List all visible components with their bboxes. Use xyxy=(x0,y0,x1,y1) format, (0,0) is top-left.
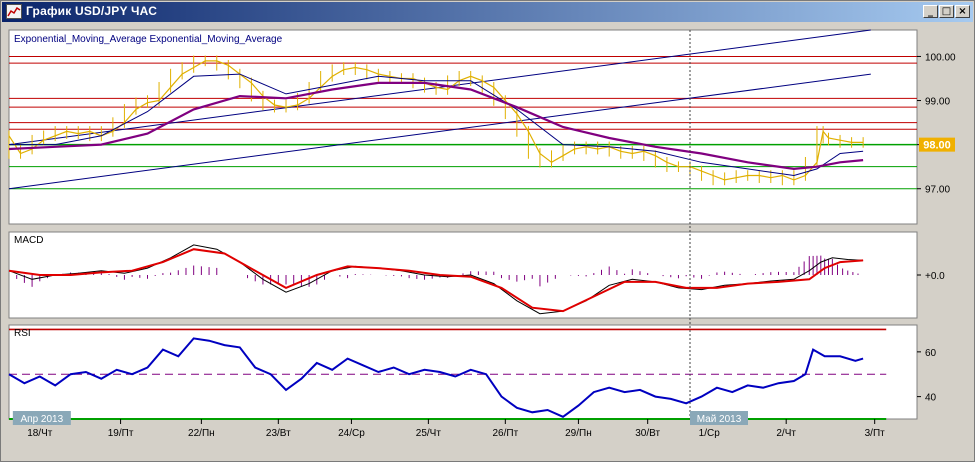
x-tick-label: 23/Вт xyxy=(266,428,291,439)
chart-window-icon xyxy=(6,4,22,19)
macd-panel-title: MACD xyxy=(14,235,43,246)
chart-window: График USD/JPY ЧАС _ □ × 97.00 98.00 99.00… xyxy=(0,0,975,462)
price-tick-label: 97.00 xyxy=(925,185,950,196)
month-marker-label: Апр 2013 xyxy=(21,414,64,425)
close-button[interactable]: × xyxy=(955,5,970,18)
price-tick-label: 100.00 xyxy=(925,52,956,63)
price-tick-label: 99.00 xyxy=(925,97,950,108)
rsi-tick-label: 60 xyxy=(925,348,937,359)
rsi-panel: 40 60 RSI xyxy=(8,324,937,420)
x-tick-label: 26/Пт xyxy=(492,428,518,439)
price-panel: 97.0098.0099.00100.00 98.00 Exponential_… xyxy=(8,29,956,225)
x-tick-label: 29/Пн xyxy=(565,428,592,439)
title-bar[interactable]: График USD/JPY ЧАС _ □ × xyxy=(2,2,973,22)
usd-jpy-chart[interactable]: 97.0098.0099.00100.00 98.00 Exponential_… xyxy=(4,24,971,458)
x-tick-label: 19/Пт xyxy=(108,428,134,439)
price-panel-title: Exponential_Moving_Average Exponential_M… xyxy=(14,34,283,45)
rsi-panel-title: RSI xyxy=(14,328,31,339)
x-tick-label: 2/Чт xyxy=(776,428,796,439)
rsi-tick-label: 40 xyxy=(925,393,937,404)
macd-tick-label: +0.0 xyxy=(925,271,945,282)
time-axis: 18/Чт 19/Пт 22/Пн 23/Вт 24/Ср 25/Чт 26/Пт 29/Пн… xyxy=(27,419,885,439)
x-tick-label: 30/Вт xyxy=(635,428,660,439)
window-title: График USD/JPY ЧАС xyxy=(26,4,158,18)
macd-panel: +0.0 MACD xyxy=(8,231,945,319)
maximize-button[interactable]: □ xyxy=(939,5,954,18)
x-tick-label: 22/Пн xyxy=(188,428,215,439)
rsi-panel-frame xyxy=(8,324,918,420)
x-tick-label: 18/Чт xyxy=(27,428,53,439)
month-marker-label: Май 2013 xyxy=(697,414,742,425)
current-price-label: 98.00 xyxy=(923,140,951,152)
x-tick-label: 25/Чт xyxy=(416,428,442,439)
minimize-button[interactable]: _ xyxy=(923,5,938,18)
x-tick-label: 3/Пт xyxy=(865,428,886,439)
x-tick-label: 24/Ср xyxy=(338,428,365,439)
x-tick-label: 1/Ср xyxy=(699,428,721,439)
